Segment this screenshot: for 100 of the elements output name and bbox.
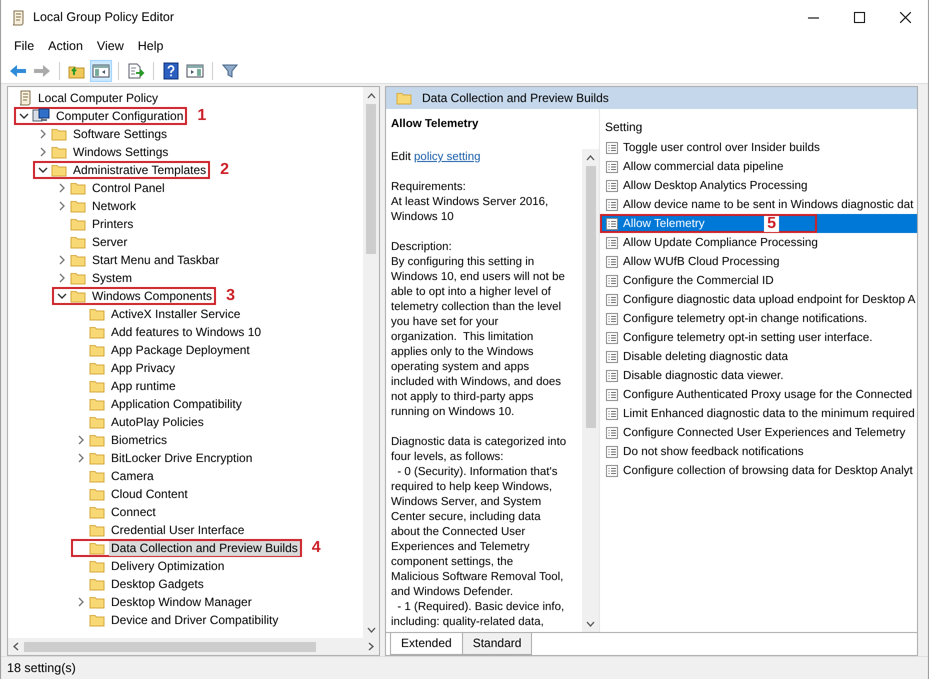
- setting-row[interactable]: Configure the Commercial ID: [600, 271, 917, 290]
- folder-icon: [89, 451, 105, 465]
- scrollbar-thumb[interactable]: [24, 642, 316, 652]
- setting-row[interactable]: Disable diagnostic data viewer.: [600, 366, 917, 385]
- scroll-left-icon[interactable]: [13, 642, 19, 651]
- setting-name: Configure diagnostic data upload endpoint for Desktop A: [623, 292, 916, 308]
- scrollbar-thumb[interactable]: [366, 104, 376, 254]
- scroll-down-icon[interactable]: [586, 620, 595, 626]
- tree-item[interactable]: AutoPlay Policies: [109, 414, 206, 430]
- setting-row[interactable]: Allow Update Compliance Processing: [600, 233, 917, 252]
- scrollbar-thumb[interactable]: [586, 166, 596, 428]
- tree-item[interactable]: Windows Settings: [71, 144, 170, 160]
- tree-item[interactable]: Device and Driver Compatibility: [109, 612, 280, 628]
- policy-title: Allow Telemetry: [391, 117, 480, 132]
- setting-row[interactable]: Allow Desktop Analytics Processing: [600, 176, 917, 195]
- tree-item[interactable]: App Package Deployment: [109, 342, 252, 358]
- tree-item[interactable]: Server: [90, 234, 130, 250]
- chevron-icon[interactable]: [38, 166, 48, 174]
- scroll-right-icon[interactable]: [368, 642, 374, 651]
- tree-item[interactable]: Credential User Interface: [109, 522, 246, 538]
- setting-row[interactable]: Configure telemetry opt-in change notifications.: [600, 309, 917, 328]
- tree-item[interactable]: System: [90, 270, 134, 286]
- forward-icon: [33, 64, 51, 78]
- tree-item[interactable]: BitLocker Drive Encryption: [109, 450, 254, 466]
- tree-item[interactable]: Desktop Window Manager: [109, 594, 254, 610]
- folder-icon: [51, 127, 67, 141]
- tree-item[interactable]: Network: [90, 198, 138, 214]
- folder-icon: [396, 91, 412, 105]
- setting-row[interactable]: Allow WUfB Cloud Processing: [600, 252, 917, 271]
- chevron-icon[interactable]: [19, 112, 29, 120]
- setting-row[interactable]: Configure diagnostic data upload endpoint for Desktop A: [600, 290, 917, 309]
- window-title: Local Group Policy Editor: [33, 9, 176, 26]
- menu-item[interactable]: Action: [41, 37, 90, 56]
- menu-item[interactable]: View: [90, 37, 131, 56]
- tree-item[interactable]: Control Panel: [90, 180, 167, 196]
- setting-icon: [605, 312, 619, 326]
- tree-item[interactable]: Start Menu and Taskbar: [90, 252, 222, 268]
- tree-item[interactable]: Camera: [109, 468, 156, 484]
- setting-icon: [605, 178, 619, 192]
- setting-icon: [605, 198, 619, 212]
- tree-item[interactable]: Delivery Optimization: [109, 558, 226, 574]
- scroll-up-icon[interactable]: [586, 154, 595, 160]
- folder-icon: [89, 433, 105, 447]
- folder-icon: [89, 487, 105, 501]
- scroll-up-icon[interactable]: [366, 92, 376, 98]
- tree-item[interactable]: Application Compatibility: [109, 396, 244, 412]
- tree-item[interactable]: Add features to Windows 10: [109, 324, 264, 340]
- setting-row[interactable]: Configure telemetry opt-in setting user interface.: [600, 328, 917, 347]
- tree-item[interactable]: Cloud Content: [109, 486, 190, 502]
- scrollbar[interactable]: [582, 149, 599, 632]
- chevron-icon[interactable]: [57, 292, 67, 300]
- tab[interactable]: Extended: [390, 633, 463, 655]
- tab[interactable]: Standard: [462, 633, 532, 655]
- setting-icon: [605, 216, 619, 230]
- setting-row[interactable]: Allow Telemetry 5: [600, 214, 917, 233]
- setting-icon: [605, 236, 619, 250]
- callout-number: 4: [312, 540, 321, 556]
- close-icon: [900, 12, 910, 23]
- tree-item[interactable]: Computer Configuration: [54, 108, 186, 124]
- setting-row[interactable]: Configure Connected User Experiences and Telemetry: [600, 423, 917, 442]
- setting-name: Allow Telemetry: [623, 216, 705, 232]
- tree-item[interactable]: Software Settings: [71, 126, 170, 142]
- setting-icon: [605, 426, 619, 440]
- menu-item[interactable]: File: [7, 37, 42, 56]
- setting-icon: [605, 140, 619, 154]
- setting-row[interactable]: Configure collection of browsing data for Desktop Analyt: [600, 461, 917, 480]
- setting-row[interactable]: Disable deleting diagnostic data: [600, 347, 917, 366]
- policy-setting-link[interactable]: policy setting: [414, 151, 481, 163]
- menu-item[interactable]: Help: [130, 37, 170, 56]
- setting-row[interactable]: Limit Enhanced diagnostic data to the minimum required: [600, 404, 917, 423]
- tree-item[interactable]: App Privacy: [109, 360, 178, 376]
- export-icon: [127, 62, 145, 78]
- folder-icon: [51, 163, 67, 177]
- folder-icon: [89, 577, 105, 591]
- setting-row[interactable]: Do not show feedback notifications: [600, 442, 917, 461]
- tree-item[interactable]: Printers: [90, 216, 136, 232]
- folder-icon: [70, 271, 86, 285]
- folder-icon: [89, 469, 105, 483]
- window-pane-icon: [92, 62, 110, 78]
- tree-item[interactable]: ActiveX Installer Service: [109, 306, 242, 322]
- tree-item[interactable]: Desktop Gadgets: [109, 576, 206, 592]
- setting-row[interactable]: Allow device name to be sent in Windows diagnostic dat: [600, 195, 917, 214]
- tree-item[interactable]: Local Computer Policy: [36, 90, 160, 106]
- setting-row[interactable]: Configure Authenticated Proxy usage for the Connected: [600, 385, 917, 404]
- setting-row[interactable]: Toggle user control over Insider builds: [600, 138, 917, 157]
- toolbar-button[interactable]: [90, 60, 112, 82]
- tree-item[interactable]: Connect: [109, 504, 158, 520]
- description-text: Diagnostic data is categorized into four levels, as follows: - 0 (Security). Information that's required to help keep Windows, Windows Server, and System Center secure, including data about the Connected User Experiences and Telemetry component settings, the Malicious Software Removal Tool, and Windows Defender. - 1 (Required). Basic device info, including: quality-related data,: [391, 435, 568, 630]
- tree-item[interactable]: Administrative Templates: [71, 162, 208, 178]
- column-header[interactable]: Setting: [605, 120, 642, 134]
- scrollbar[interactable]: [8, 638, 379, 655]
- tree-item[interactable]: Windows Components: [90, 288, 214, 304]
- scroll-down-icon[interactable]: [366, 626, 376, 632]
- setting-row[interactable]: Allow commercial data pipeline: [600, 157, 917, 176]
- tree-item[interactable]: Biometrics: [109, 432, 170, 448]
- setting-name: Configure telemetry opt-in setting user interface.: [623, 330, 872, 346]
- scrollbar[interactable]: [363, 87, 379, 638]
- tree-item[interactable]: Data Collection and Preview Builds: [109, 540, 300, 556]
- tree-item[interactable]: App runtime: [109, 378, 178, 394]
- help-icon: [163, 62, 179, 80]
